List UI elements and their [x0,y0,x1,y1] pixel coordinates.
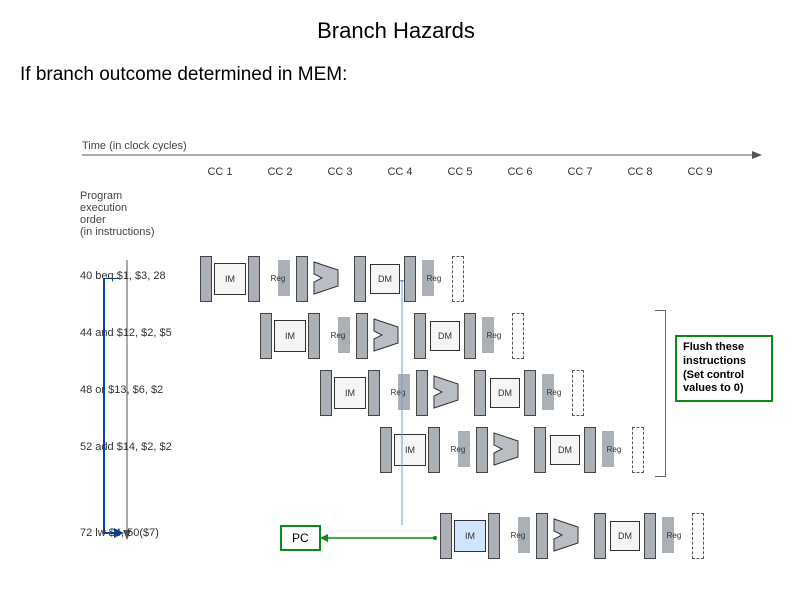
dm-stage: DM [370,264,400,294]
flush-brace [655,310,666,477]
alu-icon [492,431,530,467]
pc-arrow [320,532,440,544]
alu-icon [552,517,590,553]
dm-stage: DM [490,378,520,408]
time-axis-arrow [82,148,762,162]
im-stage: IM [334,377,366,409]
cc-header: CC 7 [550,166,610,178]
reg-stage: Reg [446,431,470,467]
instruction-label: 52 add $14, $2, $2 [80,441,205,453]
cc-header: CC 5 [430,166,490,178]
reg-stage: Reg [662,517,686,553]
page-subtitle: If branch outcome determined in MEM: [0,44,792,86]
cc-header: CC 6 [490,166,550,178]
flush-note: Flush these instructions (Set control va… [675,335,773,402]
dm-stage: DM [430,321,460,351]
cc-header: CC 1 [190,166,250,178]
instruction-label: 48 or $13, $6, $2 [80,384,205,396]
cc-header: CC 9 [670,166,730,178]
reg-stage: Reg [482,317,506,353]
pipeline-diagram: Time (in clock cycles) CC 1 CC 2 CC 3 CC… [80,140,780,580]
im-stage: IM [274,320,306,352]
program-order-label: Program execution order (in instructions… [80,190,155,238]
pc-label-box: PC [280,525,321,551]
alu-icon [312,260,350,296]
instruction-label: 44 and $12, $2, $5 [80,327,205,339]
reg-stage: Reg [542,374,566,410]
cc-header: CC 3 [310,166,370,178]
instruction-label: 72 lw $4, 50($7) [80,527,205,539]
branch-target-arrow [92,278,132,543]
dm-stage: DM [610,521,640,551]
im-stage: IM [454,520,486,552]
reg-stage: Reg [326,317,350,353]
cc-header: CC 8 [610,166,670,178]
alu-icon [432,374,470,410]
reg-stage: Reg [506,517,530,553]
branch-resolve-line [398,280,406,530]
im-stage: IM [214,263,246,295]
reg-stage: Reg [602,431,626,467]
dm-stage: DM [550,435,580,465]
reg-stage: Reg [422,260,446,296]
cc-header: CC 4 [370,166,430,178]
page-title: Branch Hazards [0,0,792,44]
instruction-label: 40 beq $1, $3, 28 [80,270,205,282]
cc-header: CC 2 [250,166,310,178]
reg-stage: Reg [266,260,290,296]
